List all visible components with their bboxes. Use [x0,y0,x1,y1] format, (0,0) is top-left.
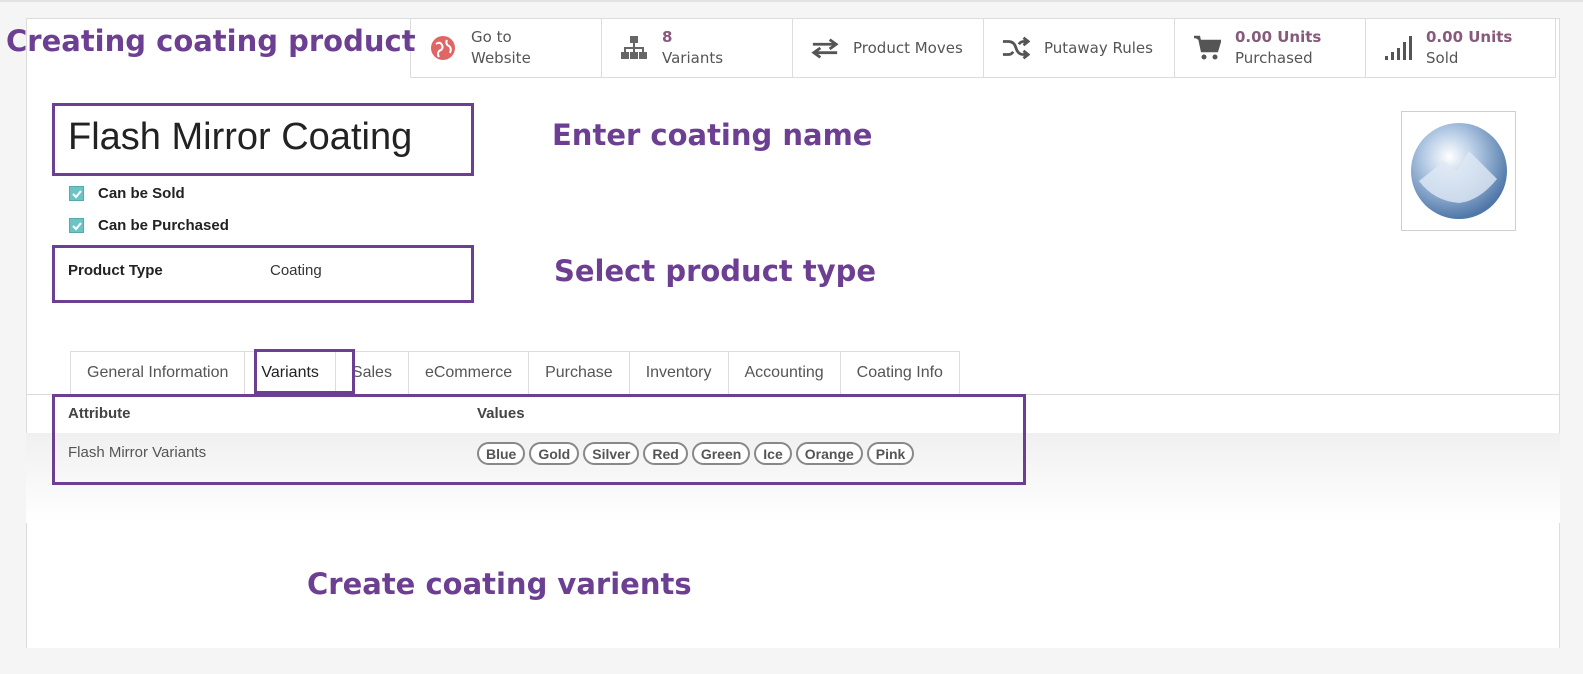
can-be-purchased-checkbox[interactable] [69,218,84,233]
tab-ecommerce[interactable]: eCommerce [407,351,529,395]
sold-button[interactable]: 0.00 Units Sold [1365,18,1556,78]
sold-label: Sold [1426,49,1459,67]
go-to-website-line1: Go to [471,28,512,46]
product-name-field[interactable]: Flash Mirror Coating [68,116,412,159]
go-to-website-button[interactable]: Go to Website [410,18,601,78]
random-icon [1002,34,1030,62]
go-to-website-line2: Website [471,49,531,67]
putaway-rules-button[interactable]: Putaway Rules [983,18,1174,78]
annotation-enter-name: Enter coating name [552,118,873,152]
purchased-button[interactable]: 0.00 Units Purchased [1174,18,1365,78]
can-be-purchased-row: Can be Purchased [69,217,229,234]
globe-icon [429,34,457,62]
tab-general-information[interactable]: General Information [70,351,245,395]
product-image[interactable] [1401,111,1516,231]
coating-sphere-image [1410,123,1507,219]
signal-icon [1384,34,1412,62]
check-icon [71,221,82,230]
can-be-sold-label: Can be Sold [98,185,185,202]
top-border [0,0,1583,2]
smart-button-bar: Go to Website 8 Variants Product Moves Put… [410,18,1556,78]
tab-purchase[interactable]: Purchase [528,351,629,395]
notebook-tabs: General Information Variants Sales eComm… [70,351,960,395]
variants-count: 8 [662,28,673,46]
product-type-label: Product Type [68,262,163,279]
exchange-icon [811,34,839,62]
putaway-rules-label: Putaway Rules [1044,38,1153,57]
product-moves-label: Product Moves [853,38,963,57]
can-be-purchased-label: Can be Purchased [98,217,229,234]
product-moves-button[interactable]: Product Moves [792,18,983,78]
purchased-label: Purchased [1235,49,1313,67]
check-icon [71,189,82,198]
annotation-create-variants: Create coating varients [307,567,692,601]
sitemap-icon [620,34,648,62]
cart-icon [1193,34,1221,62]
variants-tab-highlight [254,349,355,394]
can-be-sold-checkbox[interactable] [69,186,84,201]
can-be-sold-row: Can be Sold [69,185,185,202]
tab-inventory[interactable]: Inventory [628,351,728,395]
product-type-select[interactable]: Coating [270,262,322,279]
variants-label: Variants [662,49,724,67]
annotation-creating-product: Creating coating product [6,24,416,58]
tab-coating-info[interactable]: Coating Info [839,351,960,395]
variants-table-highlight [52,394,1026,485]
tab-accounting[interactable]: Accounting [727,351,840,395]
variants-button[interactable]: 8 Variants [601,18,792,78]
sold-units: 0.00 Units [1426,28,1513,46]
purchased-units: 0.00 Units [1235,28,1322,46]
annotation-select-type: Select product type [554,254,877,288]
